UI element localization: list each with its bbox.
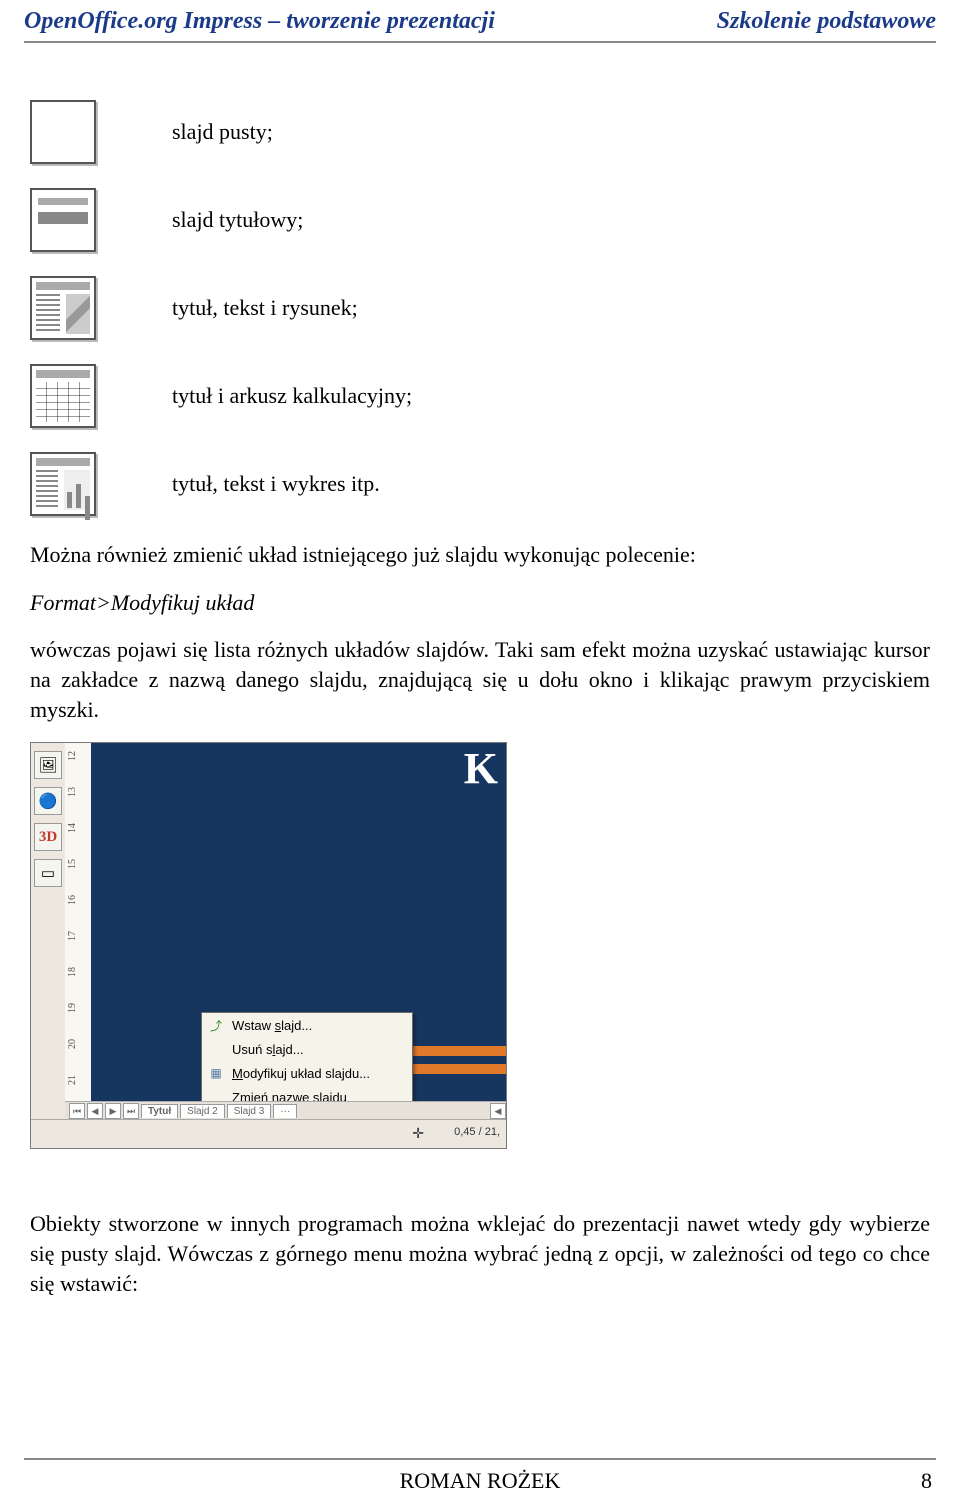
layout-option: slajd pusty; [30,100,930,164]
menu-item-modify-layout[interactable]: ▦ Modyfikuj układ slajdu... [202,1061,412,1085]
tab-nav-next-icon[interactable]: ▶ [105,1103,121,1119]
header-left: OpenOffice.org Impress – tworzenie preze… [24,8,495,35]
blank-icon [208,1041,224,1057]
layout-label: tytuł, tekst i rysunek; [172,295,358,321]
layout-label: tytuł, tekst i wykres itp. [172,471,380,497]
toolbar-button-icon[interactable]: 🖼 [34,751,62,779]
menu-item-label: Modyfikuj układ slajdu... [232,1066,370,1081]
ruler-tick: 14 [67,811,78,833]
ruler-tick: 20 [67,1027,78,1049]
page-number: 8 [921,1468,932,1494]
slide-title-letter: K [464,743,498,794]
paragraph: Obiekty stworzone w innych programach mo… [30,1209,930,1298]
slide-tab-active[interactable]: Tytuł [141,1104,178,1118]
page-header: OpenOffice.org Impress – tworzenie preze… [0,0,960,47]
context-menu: ⤴ Wstaw slajd... Usuń slajd... ▦ Modyfik… [201,1012,413,1110]
layout-label: tytuł i arkusz kalkulacyjny; [172,383,412,409]
ruler-tick: 17 [67,919,78,941]
menu-item-label: Wstaw slajd... [232,1018,312,1033]
toolbar-button-icon[interactable]: ▭ [34,859,62,887]
menu-item-insert-slide[interactable]: ⤴ Wstaw slajd... [202,1013,412,1037]
vertical-ruler: 12 13 14 15 16 17 18 19 20 21 [65,743,92,1120]
status-coordinates: 0,45 / 21, [454,1126,500,1138]
vertical-toolbar: 🖼 🔵 3D ▭ [31,743,66,1120]
layout-option: tytuł i arkusz kalkulacyjny; [30,364,930,428]
page-body: slajd pusty; slajd tytułowy; tytuł, teks… [30,100,930,1317]
slide-tab[interactable]: Slajd 3 [227,1104,272,1118]
slide-layout-chart-icon [30,452,96,516]
slide-layout-empty-icon [30,100,96,164]
impress-screenshot: 🖼 🔵 3D ▭ 12 13 14 15 16 17 18 19 20 21 K… [30,742,507,1149]
ruler-tick: 19 [67,991,78,1013]
status-bar: ✛ 0,45 / 21, [31,1119,506,1148]
layout-label: slajd tytułowy; [172,207,303,233]
header-right: Szkolenie podstawowe [717,8,936,35]
slide-tab[interactable]: Slajd 2 [180,1104,225,1118]
header-rule [24,41,936,43]
ruler-tick: 18 [67,955,78,977]
tab-nav-prev-icon[interactable]: ◀ [87,1103,103,1119]
tab-nav-first-icon[interactable]: ⏮ [69,1103,85,1119]
menu-item-label: Usuń slajd... [232,1042,304,1057]
modify-layout-icon: ▦ [208,1065,224,1081]
ruler-tick: 16 [67,883,78,905]
paragraph: Można również zmienić układ istniejącego… [30,540,930,570]
paragraph: wówczas pojawi się lista różnych układów… [30,635,930,724]
slide-layout-text-image-icon [30,276,96,340]
ruler-tick: 21 [67,1063,78,1085]
ruler-tick: 12 [67,743,78,761]
slide-tab-more[interactable]: ··· [273,1104,297,1118]
layout-option: slajd tytułowy; [30,188,930,252]
ruler-tick: 15 [67,847,78,869]
footer-author: ROMAN ROŻEK [0,1468,960,1494]
tab-nav-last-icon[interactable]: ⏭ [123,1103,139,1119]
layout-option: tytuł, tekst i wykres itp. [30,452,930,516]
slide-layout-title-icon [30,188,96,252]
footer-rule [24,1458,936,1460]
menu-path: Format>Modyfikuj układ [30,588,930,618]
slide-tabstrip: ⏮ ◀ ▶ ⏭ Tytuł Slajd 2 Slajd 3 ··· ◀ [65,1101,506,1120]
scroll-left-icon[interactable]: ◀ [490,1103,506,1119]
menu-item-delete-slide[interactable]: Usuń slajd... [202,1037,412,1061]
toolbar-button-icon[interactable]: 🔵 [34,787,62,815]
slide-layout-spreadsheet-icon [30,364,96,428]
toolbar-3d-icon[interactable]: 3D [34,823,62,851]
layout-option: tytuł, tekst i rysunek; [30,276,930,340]
ruler-tick: 13 [67,775,78,797]
crosshair-icon: ✛ [412,1125,424,1142]
layout-label: slajd pusty; [172,119,273,145]
insert-slide-icon: ⤴ [208,1017,224,1033]
